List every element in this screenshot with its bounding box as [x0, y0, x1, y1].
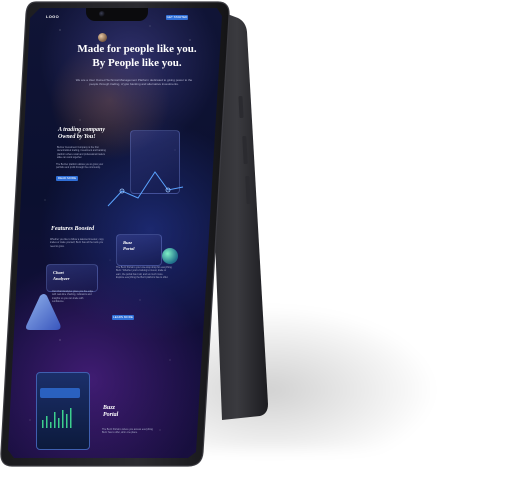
phone-notch: [86, 8, 148, 21]
camera-icon: [99, 11, 105, 17]
bottom-body: The Buzz Portal is where you access ever…: [102, 428, 153, 435]
bottom-title: Buzz Portal: [103, 405, 143, 419]
bottom-title-line1: Buzz: [103, 405, 116, 411]
device-mockup-scene: LOGO GET STARTED Made for people like yo…: [0, 0, 507, 498]
bottom-title-line2: Portal: [103, 412, 119, 418]
